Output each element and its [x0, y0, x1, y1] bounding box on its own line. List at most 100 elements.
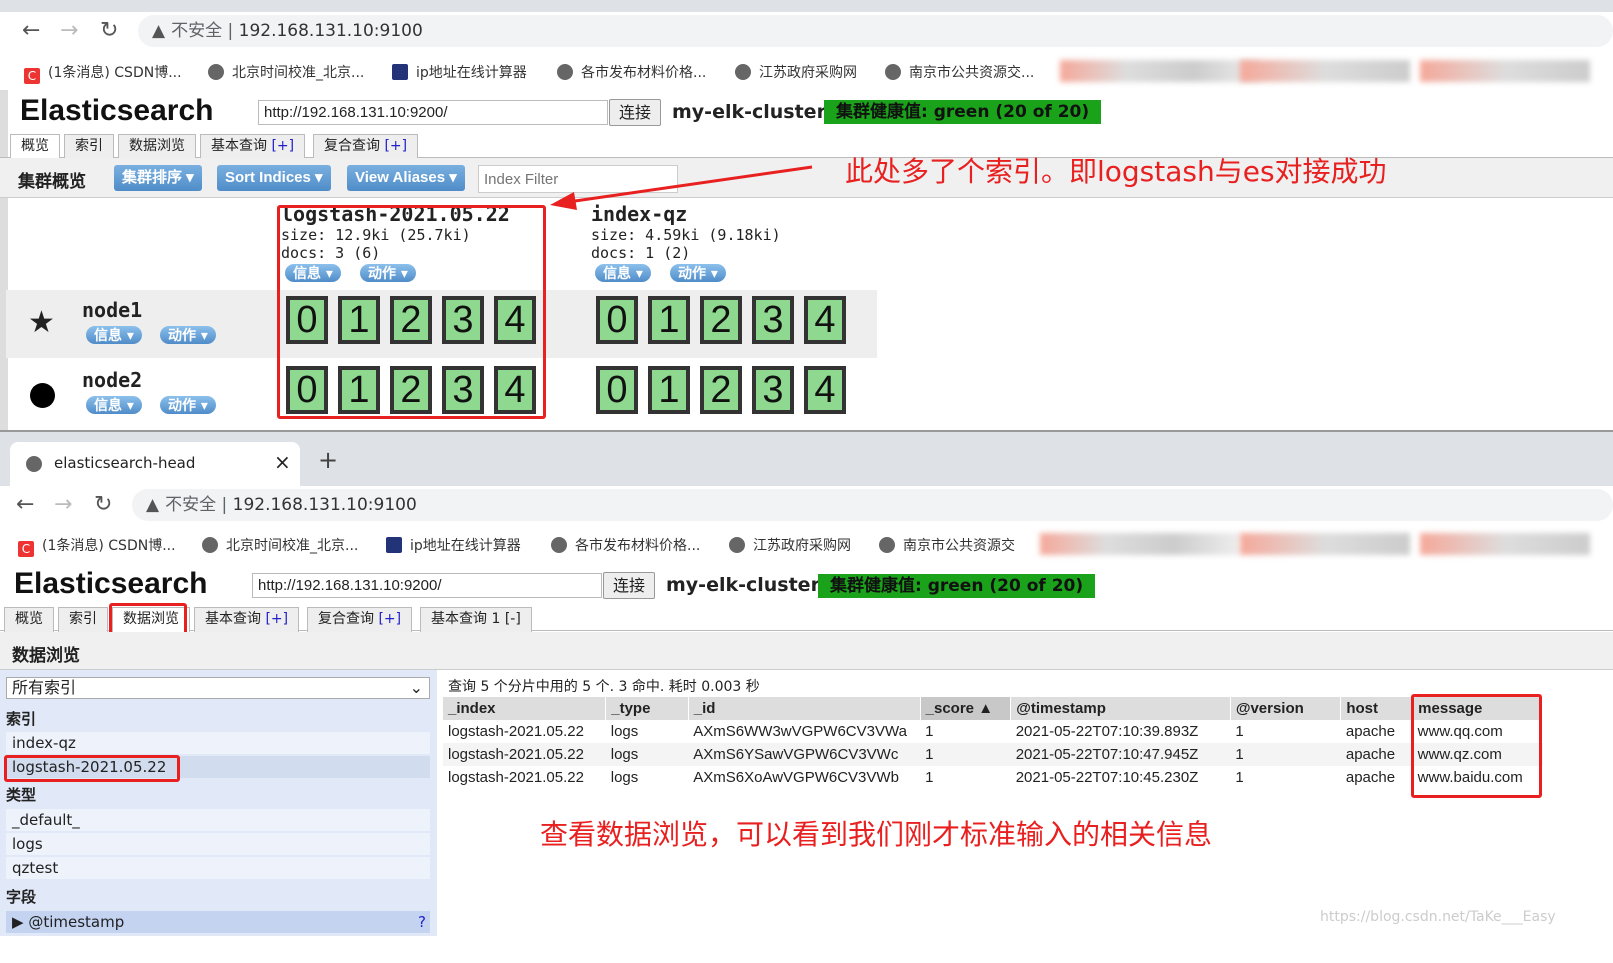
- index-info-button[interactable]: 信息 ▾: [595, 264, 651, 282]
- shard-2[interactable]: 2: [700, 296, 742, 344]
- bookmark-ip[interactable]: ip地址在线计算器: [386, 535, 521, 555]
- blurred-bookmarks: [1420, 533, 1590, 555]
- type-item[interactable]: _default_: [6, 809, 430, 831]
- connect-url-input[interactable]: http://192.168.131.10:9200/: [258, 100, 608, 125]
- reload-icon[interactable]: ↻: [100, 18, 118, 43]
- node-action-button[interactable]: 动作 ▾: [160, 326, 216, 344]
- node-action-button[interactable]: 动作 ▾: [160, 396, 216, 414]
- results-table: _index _type _id _score ▲ @timestamp @version…: [443, 697, 1543, 789]
- table-row[interactable]: logstash-2021.05.22 logs AXmS6XoAwVGPW6CV3…: [443, 766, 1543, 789]
- bookmark-jiangsu[interactable]: 江苏政府采购网: [729, 535, 851, 555]
- tab-indices[interactable]: 索引: [58, 607, 108, 632]
- type-item[interactable]: qztest: [6, 857, 430, 879]
- table-cell: AXmS6YSawVGPW6CV3VWc: [688, 743, 921, 766]
- close-tab-icon[interactable]: ×: [274, 450, 291, 474]
- forward-icon[interactable]: →: [60, 18, 78, 43]
- bookmark-csdn[interactable]: C (1条消息) CSDN博...: [18, 535, 176, 557]
- bookmark-jiangsu[interactable]: 江苏政府采购网: [735, 62, 857, 82]
- node-info-button[interactable]: 信息 ▾: [86, 326, 142, 344]
- shard-1[interactable]: 1: [648, 296, 690, 344]
- column-header[interactable]: host: [1340, 697, 1414, 720]
- tab-browser[interactable]: 数据浏览: [118, 134, 196, 159]
- index-action-button[interactable]: 动作 ▾: [670, 264, 726, 282]
- tab-bar: 概览 索引 数据浏览 基本查询 [+] 复合查询 [+] 基本查询 1 [-]: [0, 605, 1613, 633]
- tab-overview[interactable]: 概览: [10, 134, 60, 160]
- shard-4[interactable]: 4: [804, 296, 846, 344]
- bookmark-nanjing[interactable]: 南京市公共资源交...: [885, 62, 1034, 82]
- table-row[interactable]: logstash-2021.05.22 logs AXmS6WW3wVGPW6CV3…: [443, 720, 1543, 743]
- cluster-health-badge: 集群健康值: green (20 of 20): [818, 574, 1096, 598]
- table-cell: AXmS6WW3wVGPW6CV3VWa: [688, 720, 921, 743]
- tab-basic-query[interactable]: 基本查询 [+]: [194, 607, 300, 632]
- shard-0[interactable]: 0: [596, 366, 638, 414]
- csdn-icon: C: [18, 541, 34, 557]
- globe-icon: [551, 537, 567, 553]
- tab-indices[interactable]: 索引: [64, 134, 114, 159]
- tab-compound-query[interactable]: 复合查询 [+]: [307, 607, 413, 632]
- column-header[interactable]: _id: [688, 697, 921, 720]
- shard-2[interactable]: 2: [700, 366, 742, 414]
- field-item[interactable]: ▶ @timestamp?: [6, 911, 430, 933]
- tab-basic-query-1[interactable]: 基本查询 1 [-]: [420, 607, 532, 632]
- overview-heading: 集群概览: [18, 172, 86, 192]
- circle-icon: [30, 383, 55, 408]
- omnibox[interactable]: ▲ 不安全 | 192.168.131.10:9100: [138, 15, 1613, 47]
- table-cell: 1: [1230, 743, 1341, 766]
- back-icon[interactable]: ←: [22, 18, 40, 43]
- new-tab-icon[interactable]: +: [318, 446, 338, 474]
- column-header[interactable]: _index: [443, 697, 607, 720]
- column-header[interactable]: _type: [605, 697, 689, 720]
- tab-overview[interactable]: 概览: [4, 607, 54, 632]
- globe-icon: [879, 537, 895, 553]
- reload-icon[interactable]: ↻: [94, 492, 112, 517]
- table-cell: logs: [605, 720, 689, 743]
- ip-icon: [392, 64, 408, 80]
- connect-url-input[interactable]: http://192.168.131.10:9200/: [252, 573, 602, 598]
- bookmark-prices[interactable]: 各市发布材料价格...: [551, 535, 700, 555]
- shard-3[interactable]: 3: [752, 296, 794, 344]
- table-row[interactable]: logstash-2021.05.22 logs AXmS6YSawVGPW6CV3…: [443, 743, 1543, 766]
- help-icon[interactable]: ?: [418, 911, 426, 933]
- sort-indices-button[interactable]: Sort Indices ▾: [217, 165, 331, 191]
- view-aliases-button[interactable]: View Aliases ▾: [347, 165, 465, 191]
- tab-strip: elasticsearch-head × +: [0, 432, 1613, 486]
- bookmark-time[interactable]: 北京时间校准_北京...: [202, 535, 358, 555]
- back-icon[interactable]: ←: [16, 492, 34, 517]
- bookmark-prices[interactable]: 各市发布材料价格...: [557, 62, 706, 82]
- globe-icon: [208, 64, 224, 80]
- column-header[interactable]: @timestamp: [1010, 697, 1231, 720]
- connect-button[interactable]: 连接: [609, 99, 661, 126]
- shard-0[interactable]: 0: [596, 296, 638, 344]
- connect-button[interactable]: 连接: [603, 572, 655, 599]
- column-header[interactable]: _score ▲: [920, 697, 1012, 720]
- shard-4[interactable]: 4: [804, 366, 846, 414]
- column-header[interactable]: @version: [1230, 697, 1342, 720]
- warning-icon: ▲: [152, 21, 166, 41]
- table-cell: 1: [1230, 720, 1341, 743]
- tab-basic-query[interactable]: 基本查询 [+]: [200, 134, 306, 159]
- table-cell: apache: [1340, 766, 1413, 789]
- blurred-bookmarks: [1240, 533, 1410, 555]
- tab-strip: [0, 0, 1613, 12]
- node-info-button[interactable]: 信息 ▾: [86, 396, 142, 414]
- shard-1[interactable]: 1: [648, 366, 690, 414]
- index-select[interactable]: 所有索引 ⌄: [6, 677, 430, 699]
- browser-tab[interactable]: elasticsearch-head ×: [10, 442, 300, 486]
- section-indices: 索引: [6, 710, 37, 728]
- bookmark-ip[interactable]: ip地址在线计算器: [392, 62, 527, 82]
- forward-icon[interactable]: →: [54, 492, 72, 517]
- sort-cluster-button[interactable]: 集群排序 ▾: [114, 165, 202, 191]
- shard-3[interactable]: 3: [752, 366, 794, 414]
- table-cell: logstash-2021.05.22: [443, 766, 606, 789]
- bookmark-time[interactable]: 北京时间校准_北京...: [208, 62, 364, 82]
- table-cell: apache: [1340, 743, 1413, 766]
- bookmark-csdn[interactable]: C (1条消息) CSDN博...: [24, 62, 182, 84]
- index-item[interactable]: index-qz: [6, 732, 430, 754]
- highlight-selected-index: [4, 755, 180, 782]
- bookmark-nanjing[interactable]: 南京市公共资源交: [879, 535, 1015, 555]
- bookmarks-bar: C (1条消息) CSDN博... 北京时间校准_北京... ip地址在线计算器 …: [0, 52, 1613, 90]
- tab-compound-query[interactable]: 复合查询 [+]: [313, 134, 419, 159]
- type-item[interactable]: logs: [6, 833, 430, 855]
- omnibox[interactable]: ▲ 不安全 | 192.168.131.10:9100: [132, 489, 1613, 521]
- table-cell: 2021-05-22T07:10:47.945Z: [1010, 743, 1231, 766]
